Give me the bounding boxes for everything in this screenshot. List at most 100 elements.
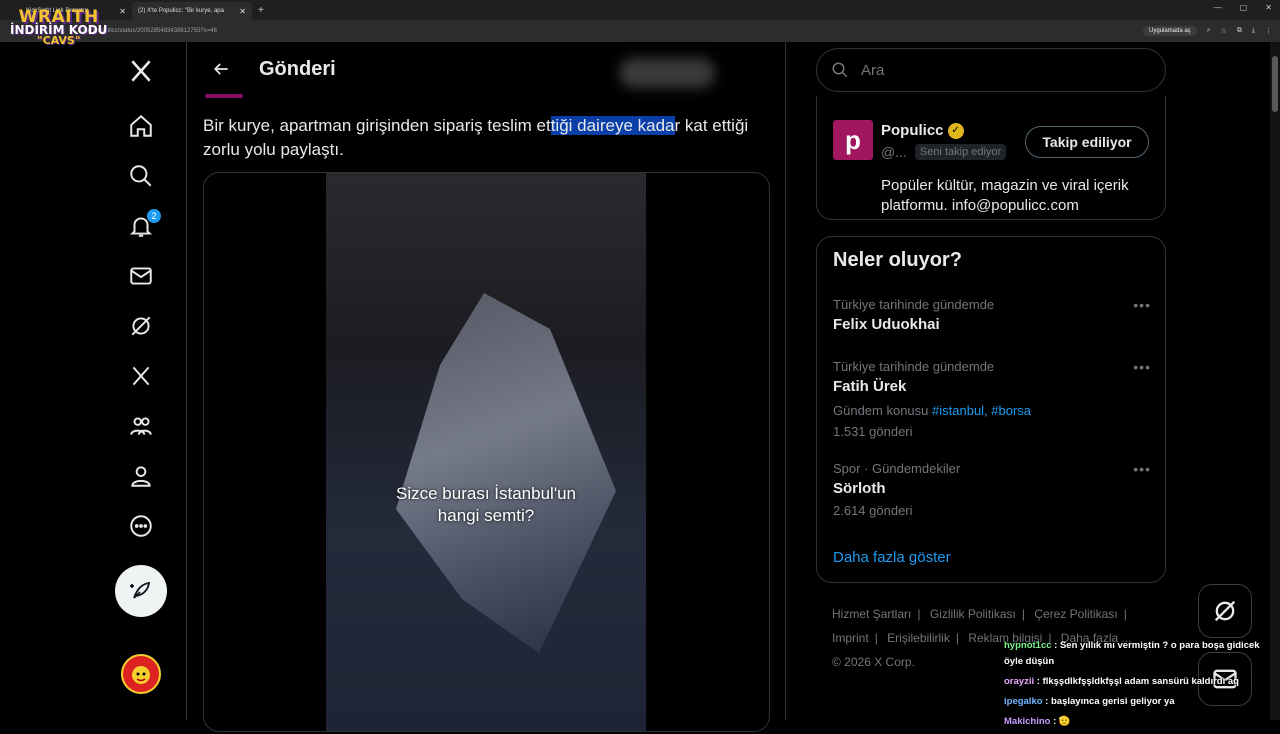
footer-link[interactable]: Çerez Politikası [1034, 607, 1117, 621]
footer-link[interactable]: Gizlilik Politikası [930, 607, 1016, 621]
home-icon[interactable] [120, 105, 162, 147]
post-text: Bir kurye, apartman girişinden sipariş t… [203, 114, 775, 162]
open-in-app-button[interactable]: Uygulamada aç [1142, 26, 1197, 36]
back-button[interactable] [203, 51, 239, 87]
post-video[interactable]: Sizce burası İstanbul'un hangi semti? [203, 172, 770, 732]
more-dots-icon[interactable]: ••• [1133, 297, 1151, 313]
scrollbar-thumb[interactable] [1272, 56, 1278, 112]
grok-icon[interactable] [120, 305, 162, 347]
footer-link[interactable]: Erişilebilirlik [887, 631, 950, 645]
x-premium-icon[interactable] [120, 355, 162, 397]
populicc-logo[interactable]: p [833, 120, 873, 160]
window-controls: — ▢ ✕ [1214, 3, 1272, 12]
video-frame[interactable]: Sizce burası İstanbul'un hangi semti? [326, 173, 646, 731]
footer-separator: | [1123, 607, 1127, 621]
close-window-icon[interactable]: ✕ [1265, 3, 1272, 12]
trend-item[interactable]: Spor · Gündemdekiler Sörloth 2.614 gönde… [833, 461, 1151, 518]
chat-username: Makichino [1004, 716, 1051, 727]
close-tab-icon[interactable]: ✕ [239, 7, 246, 16]
sponsor-overlay-logo: WRAITH İNDİRİM KODU "CAVS" [10, 8, 107, 48]
more-dots-icon[interactable]: ••• [1133, 359, 1151, 375]
trend-meta: Spor · Gündemdekiler [833, 461, 961, 476]
page-title: Gönderi [259, 57, 336, 80]
more-dots-icon[interactable]: ••• [1133, 461, 1151, 477]
following-button[interactable]: Takip ediliyor [1025, 126, 1149, 158]
page-scrollbar[interactable] [1270, 42, 1280, 720]
user-name[interactable]: Populicc ✓ [881, 122, 964, 139]
trend-name: Sörloth [833, 480, 886, 497]
user-card: p Populicc ✓ @... Seni takip ediyor Taki… [816, 96, 1166, 220]
open-in-app-label: Uygulamada aç [1148, 28, 1191, 34]
address-bar: x.com/populicc/status/200528548343861275… [0, 20, 1280, 42]
trends-title: Neler oluyor? [833, 249, 962, 271]
chat-message: Makichino : 🫡 [1004, 716, 1071, 727]
close-tab-icon[interactable]: ✕ [119, 7, 126, 16]
staircase-image [396, 293, 616, 653]
download-icon[interactable]: ⤓ [1252, 27, 1255, 35]
footer-separator: | [1021, 607, 1025, 621]
minimize-icon[interactable]: — [1214, 3, 1222, 12]
account-avatar[interactable] [121, 654, 161, 694]
blurred-region [619, 58, 715, 88]
browser-tab-x-post[interactable]: (2) X'te Populicc: "Bir kurye, apa ✕ [132, 2, 252, 20]
video-caption-line: Sizce burası İstanbul'un [396, 484, 576, 503]
footer-separator: | [955, 631, 959, 645]
profile-icon[interactable] [120, 455, 162, 497]
main-column: Gönderi Bir kurye, apartman girişinden s… [186, 42, 786, 732]
video-caption-line: hangi semti? [437, 506, 535, 525]
compose-post-button[interactable] [115, 565, 167, 617]
chat-text: flkşşdlkfşşldkfşşl adam sansürü kaldırdı… [1042, 676, 1239, 687]
more-options-icon[interactable] [120, 505, 162, 547]
follows-you-badge: Seni takip ediyor [914, 144, 1007, 160]
grok-floating-button[interactable] [1198, 584, 1252, 638]
left-navigation: 2 [100, 42, 184, 720]
trend-post-count: 1.531 gönderi [833, 424, 913, 439]
chat-username: hypnot1cc [1004, 640, 1052, 651]
avatar-character-icon [132, 666, 150, 684]
search-input[interactable]: Ara [816, 48, 1166, 92]
explore-search-icon[interactable] [120, 155, 162, 197]
arrow-left-icon [213, 63, 228, 75]
user-handle-row: @... Seni takip ediyor [881, 144, 1007, 160]
user-handle: @... [881, 144, 907, 160]
footer-link[interactable]: Hizmet Şartları [832, 607, 911, 621]
extensions-icon[interactable]: ⧉ [1237, 27, 1242, 35]
trend-item[interactable]: Türkiye tarihinde gündemde Fatih Ürek Gü… [833, 359, 1151, 439]
messages-envelope-icon[interactable] [120, 255, 162, 297]
right-sidebar: Ara p Populicc ✓ @... Seni takip ediyor … [816, 42, 1166, 720]
author-avatar-edge [205, 94, 243, 98]
trend-hashtag-links[interactable]: #istanbul, #borsa [932, 403, 1031, 418]
post-header: Gönderi [187, 42, 785, 96]
footer-separator: | [917, 607, 921, 621]
trend-post-count: 2.614 gönderi [833, 503, 913, 518]
x-logo-icon[interactable] [120, 50, 162, 92]
chat-username: orayzii [1004, 676, 1035, 687]
show-more-link[interactable]: Daha fazla göster [833, 549, 951, 566]
menu-dots-icon[interactable]: ⋮ [1265, 27, 1272, 35]
trend-name: Felix Uduokhai [833, 316, 940, 333]
feather-icon [130, 581, 151, 599]
zoom-icon[interactable]: ⌕ [1207, 27, 1211, 35]
chat-message: ipegalko : başlayınca gerisi geliyor ya [1004, 696, 1175, 707]
notifications-bell-icon[interactable]: 2 [120, 205, 162, 247]
selected-text: tiği daireye kada [550, 116, 675, 135]
x-app: 2 Gönderi Bir kurye, apartman girişinden… [0, 42, 1270, 732]
trends-card: Neler oluyor? Türkiye tarihinde gündemde… [816, 236, 1166, 583]
footer-link[interactable]: Imprint [832, 631, 869, 645]
maximize-icon[interactable]: ▢ [1240, 3, 1248, 12]
new-tab-icon[interactable]: + [258, 5, 264, 16]
overlay-code: "CAVS" [36, 34, 81, 48]
trend-name: Fatih Ürek [833, 378, 907, 395]
chat-text: başlayınca gerisi geliyor ya [1051, 696, 1175, 707]
trend-item[interactable]: Türkiye tarihinde gündemde Felix Uduokha… [833, 297, 1151, 333]
bookmark-star-icon[interactable]: ☆ [1221, 27, 1227, 35]
post-text-part: Bir kurye, apartman girişinden sipariş t… [203, 116, 551, 135]
chat-text: 🫡 [1058, 716, 1071, 727]
browser-tab-bar: KickSight Link Detector ✕ (2) X'te Popul… [0, 0, 1280, 20]
video-caption: Sizce burası İstanbul'un hangi semti? [326, 483, 646, 527]
trend-meta: Türkiye tarihinde gündemde [833, 297, 995, 312]
user-bio: Popüler kültür, magazin ve viral içerik … [881, 177, 1129, 214]
footer-separator: | [874, 631, 878, 645]
grok-icon [1214, 600, 1236, 622]
communities-icon[interactable] [120, 405, 162, 447]
